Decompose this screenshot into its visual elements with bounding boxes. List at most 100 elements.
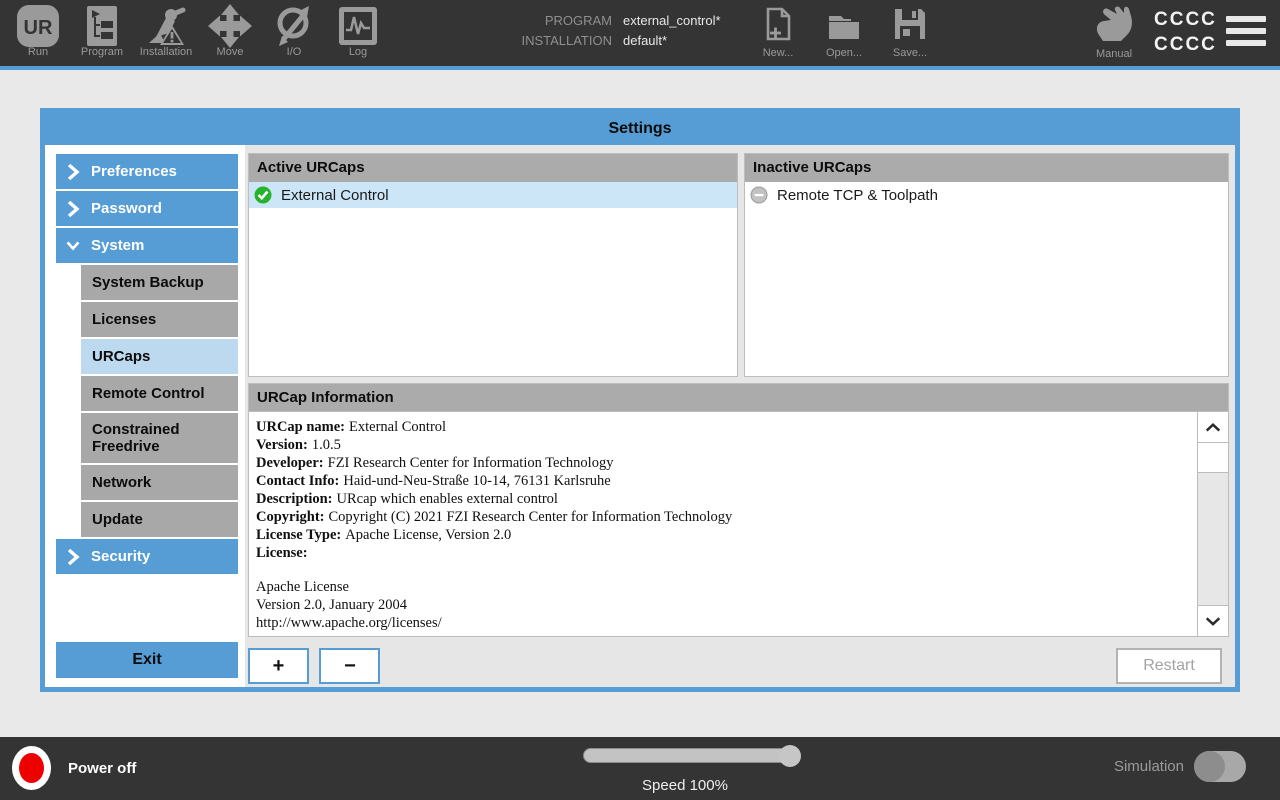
info-scrollbar[interactable]: [1197, 412, 1228, 636]
exit-button[interactable]: Exit: [56, 642, 238, 678]
sidebar-item-urcaps[interactable]: URCaps: [81, 339, 238, 374]
speed-label: Speed 100%: [575, 777, 795, 794]
active-urcaps-header: Active URCaps: [249, 154, 737, 182]
urcap-row-remote-tcp[interactable]: Remote TCP & Toolpath: [745, 182, 1228, 208]
program-info: PROGRAM external_control* INSTALLATION d…: [500, 13, 721, 48]
sidebar-item-licenses[interactable]: Licenses: [81, 302, 238, 337]
sidebar-item-network[interactable]: Network: [81, 465, 238, 500]
scrollbar-track[interactable]: [1198, 473, 1228, 605]
nav-move[interactable]: Move: [198, 3, 262, 58]
settings-sidebar: Preferences Password System System Backu…: [45, 145, 245, 687]
bottom-bar: Power off Speed 100% Simulation: [0, 737, 1280, 800]
chevron-up-icon: [1204, 422, 1222, 433]
nav-run[interactable]: UR Run: [6, 3, 70, 58]
active-urcaps-panel: Active URCaps External Control: [248, 153, 738, 377]
power-status-label: Power off: [68, 760, 136, 777]
active-urcaps-list: External Control: [249, 182, 737, 376]
info-field: Description:URcap which enables external…: [256, 490, 1184, 508]
nav-program[interactable]: Program: [70, 3, 134, 58]
urcap-name: Remote TCP & Toolpath: [777, 187, 938, 204]
svg-text:UR: UR: [24, 17, 53, 39]
save-label: Save...: [893, 47, 927, 59]
scroll-down-button[interactable]: [1198, 605, 1228, 636]
simulation-label: Simulation: [1114, 758, 1184, 775]
inactive-urcaps-header: Inactive URCaps: [745, 154, 1228, 182]
chevron-down-icon: [1204, 616, 1222, 627]
sidebar-item-label: Remote Control: [92, 385, 205, 402]
dialog-body: Preferences Password System System Backu…: [45, 145, 1235, 687]
remove-urcap-button[interactable]: −: [319, 648, 380, 684]
file-actions: New... Open... Save...: [752, 6, 936, 59]
info-field: Copyright:Copyright (C) 2021 FZI Researc…: [256, 508, 1184, 526]
program-label: PROGRAM: [500, 13, 612, 28]
sidebar-item-update[interactable]: Update: [81, 502, 238, 537]
urcap-name: External Control: [281, 187, 389, 204]
manual-label: Manual: [1096, 48, 1132, 60]
chevron-right-icon: [66, 163, 80, 181]
sidebar-item-label: System Backup: [92, 274, 204, 291]
hand-icon: [1091, 5, 1137, 47]
info-field: Developer:FZI Research Center for Inform…: [256, 454, 1184, 472]
active-check-icon: [254, 186, 272, 204]
serial-line-2: CCCC: [1154, 32, 1217, 57]
nav-log[interactable]: Log: [326, 3, 390, 58]
simulation-toggle[interactable]: [1194, 751, 1246, 782]
sidebar-item-preferences[interactable]: Preferences: [56, 154, 238, 189]
installation-icon: [143, 3, 189, 49]
info-field: Contact Info:Haid-und-Neu-Straße 10-14, …: [256, 472, 1184, 490]
urcaps-button-row: + − Restart: [248, 648, 1229, 684]
urcap-row-external-control[interactable]: External Control: [249, 182, 737, 208]
open-folder-icon: [826, 6, 862, 44]
sidebar-item-system[interactable]: System: [56, 228, 238, 263]
nav-installation[interactable]: Installation: [134, 3, 198, 58]
scrollbar-thumb[interactable]: [1198, 443, 1228, 473]
sidebar-item-label: Network: [92, 474, 151, 491]
speed-slider-knob[interactable]: [779, 745, 801, 767]
nav-log-label: Log: [349, 46, 367, 58]
new-label: New...: [763, 47, 794, 59]
move-icon: [207, 3, 253, 49]
sidebar-item-password[interactable]: Password: [56, 191, 238, 226]
sidebar-item-label: System: [91, 237, 144, 254]
save-button[interactable]: Save...: [884, 6, 936, 59]
serial-line-1: CCCC: [1154, 7, 1217, 32]
open-label: Open...: [826, 47, 862, 59]
open-button[interactable]: Open...: [818, 6, 870, 59]
urcaps-content: Active URCaps External Control Inactive …: [245, 145, 1235, 687]
sidebar-item-label: Licenses: [92, 311, 156, 328]
save-floppy-icon: [892, 6, 928, 44]
hamburger-icon: [1226, 16, 1266, 22]
add-urcap-button[interactable]: +: [248, 648, 309, 684]
sidebar-item-label: URCaps: [92, 348, 150, 365]
power-status-button[interactable]: Power off: [12, 746, 136, 790]
urcap-information-header: URCap Information: [248, 383, 1229, 411]
sidebar-item-constrained-freedrive[interactable]: Constrained Freedrive: [81, 413, 238, 463]
sidebar-item-label: Preferences: [91, 163, 177, 180]
sidebar-item-security[interactable]: Security: [56, 539, 238, 574]
program-value: external_control*: [623, 13, 721, 28]
sidebar-item-remote-control[interactable]: Remote Control: [81, 376, 238, 411]
inactive-urcaps-panel: Inactive URCaps Remote TCP & Toolpath: [744, 153, 1229, 377]
sidebar-item-label: Update: [92, 511, 143, 528]
installation-label: INSTALLATION: [500, 33, 612, 48]
speed-slider[interactable]: [583, 748, 800, 763]
manual-mode-button[interactable]: Manual: [1086, 5, 1142, 60]
sidebar-item-label: Security: [91, 548, 150, 565]
new-button[interactable]: New...: [752, 6, 804, 59]
nav-io[interactable]: I/O: [262, 3, 326, 58]
settings-dialog: Settings Preferences Password System: [40, 108, 1240, 692]
scroll-up-button[interactable]: [1198, 412, 1228, 443]
power-icon: [12, 746, 51, 790]
inactive-minus-icon: [750, 186, 768, 204]
ur-logo-icon: UR: [15, 3, 61, 49]
sidebar-item-system-backup[interactable]: System Backup: [81, 265, 238, 300]
restart-button[interactable]: Restart: [1116, 648, 1222, 684]
license-text: Apache License Version 2.0, January 2004…: [256, 578, 1184, 632]
nav-program-label: Program: [81, 46, 123, 58]
dialog-title: Settings: [45, 113, 1235, 145]
hamburger-menu-button[interactable]: [1226, 16, 1266, 52]
log-icon: [335, 3, 381, 49]
new-file-icon: [760, 6, 796, 44]
sidebar-item-label: Password: [91, 200, 162, 217]
urcap-information-body: URCap name:External Control Version:1.0.…: [248, 411, 1229, 637]
